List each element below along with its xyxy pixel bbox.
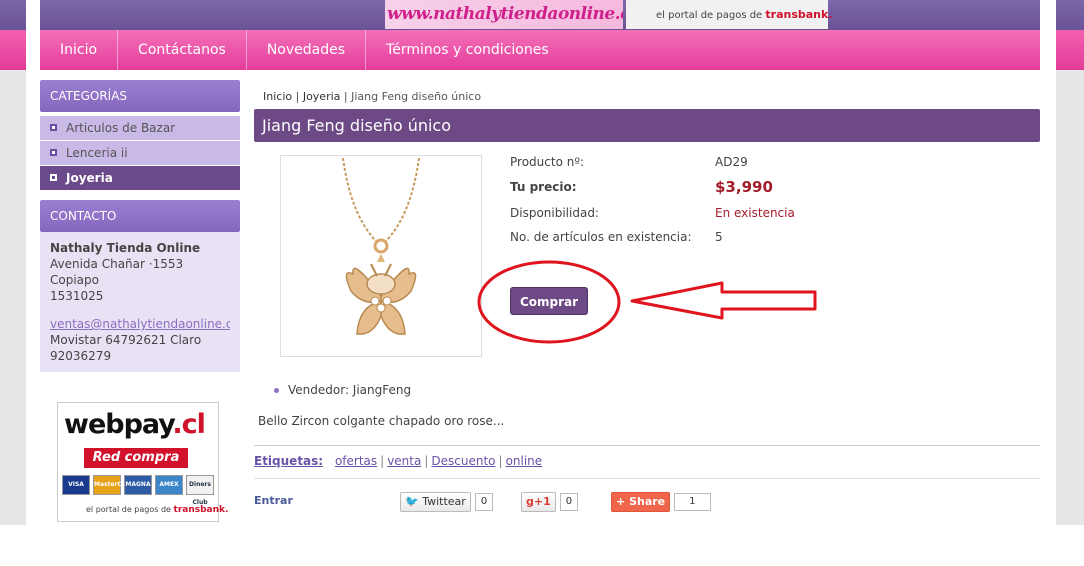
breadcrumb-joyeria[interactable]: Joyeria bbox=[303, 90, 341, 103]
amex-icon: AMEX bbox=[155, 475, 183, 495]
category-item-lenceria[interactable]: Lenceria ii bbox=[40, 141, 240, 165]
breadcrumb-separator: | bbox=[343, 90, 348, 103]
nav-item-terminos[interactable]: Términos y condiciones bbox=[366, 30, 569, 70]
gplus-count: 0 bbox=[559, 493, 579, 511]
main-nav: Inicio Contáctanos Novedades Términos y … bbox=[40, 30, 1040, 70]
gplus-share: g+1 0 bbox=[521, 492, 579, 512]
twitter-share: 🐦 Twittear 0 bbox=[400, 492, 494, 512]
code-value: AD29 bbox=[715, 155, 748, 169]
visa-icon: VISA bbox=[62, 475, 90, 495]
gplus-label: +1 bbox=[533, 495, 551, 508]
tag-link-descuento[interactable]: Descuento bbox=[431, 454, 495, 468]
contact-zip: 1531025 bbox=[50, 289, 104, 303]
divider bbox=[254, 445, 1040, 446]
categories-title: CATEGORÍAS bbox=[40, 80, 240, 112]
contact-title: CONTACTO bbox=[40, 200, 240, 232]
gplus-icon: g bbox=[526, 495, 534, 508]
product-title: Jiang Feng diseño único bbox=[254, 109, 1040, 142]
tags-label: Etiquetas: bbox=[254, 454, 324, 468]
twitter-bird-icon: 🐦 bbox=[405, 495, 419, 508]
nav-item-inicio[interactable]: Inicio bbox=[40, 30, 119, 70]
contact-phone: Movistar 64792621 Claro 92036279 bbox=[50, 333, 202, 363]
contact-name: Nathaly Tienda Online bbox=[50, 241, 201, 255]
tag-link-ofertas[interactable]: ofertas bbox=[335, 454, 377, 468]
contact-box: Nathaly Tienda Online Avenida Chañar ·15… bbox=[40, 232, 240, 372]
breadcrumb-separator: | bbox=[295, 90, 300, 103]
product-image[interactable] bbox=[280, 155, 482, 357]
tags-row: Etiquetas: ofertas | venta | Descuento | onlin… bbox=[254, 454, 543, 468]
category-list: Articulos de Bazar Lenceria ii Joyeria bbox=[40, 116, 240, 190]
site-banner[interactable]: www.nathalytiendaonline.cl bbox=[385, 0, 623, 29]
contact-email-link[interactable]: ventas@nathalytiendaonline.cl bbox=[50, 316, 230, 332]
webpay-wordmark: webpay.cl bbox=[64, 409, 206, 440]
tag-link-venta[interactable]: venta bbox=[387, 454, 421, 468]
tweet-count: 0 bbox=[474, 493, 494, 511]
banner-text: www.nathalytiendaonline.cl bbox=[387, 4, 623, 24]
necklace-image bbox=[342, 157, 420, 335]
sidebar: CATEGORÍAS Articulos de Bazar Lenceria i… bbox=[40, 80, 240, 372]
category-item-joyeria[interactable]: Joyeria bbox=[40, 166, 240, 190]
webpay-main: webpay bbox=[64, 409, 173, 440]
magna-icon: MAGNA bbox=[124, 475, 152, 495]
bullet-square-icon bbox=[50, 174, 57, 181]
entrar-link[interactable]: Entrar bbox=[254, 494, 293, 507]
transbank-text: el portal de pagos de transbank. bbox=[656, 8, 833, 21]
tweet-label: Twittear bbox=[422, 495, 466, 508]
vendor-item: Vendedor: JiangFeng bbox=[274, 383, 411, 397]
webpay-suffix: .cl bbox=[172, 409, 206, 440]
breadcrumb-inicio[interactable]: Inicio bbox=[263, 90, 292, 103]
share-label: Share bbox=[629, 495, 666, 508]
gplus-button[interactable]: g+1 bbox=[521, 492, 556, 512]
bullet-square-icon bbox=[50, 124, 57, 131]
share-widget: + Share 1 bbox=[611, 492, 711, 512]
availability-value: En existencia bbox=[715, 206, 795, 220]
contact-city: Copiapo bbox=[50, 273, 99, 287]
category-label: Joyeria bbox=[66, 171, 113, 185]
mastercard-icon: MasterCard bbox=[93, 475, 133, 495]
share-count: 1 bbox=[674, 493, 711, 511]
category-label: Articulos de Bazar bbox=[66, 121, 176, 135]
contact-address: Avenida Chañar ·1553 bbox=[50, 257, 184, 271]
code-label: Producto nº: bbox=[510, 155, 585, 169]
category-label: Lenceria ii bbox=[66, 146, 128, 160]
webpay-footer-brand: transbank. bbox=[173, 505, 229, 515]
breadcrumb: Inicio | Joyeria | Jiang Feng diseño úni… bbox=[263, 90, 481, 103]
tags-label-text: Etiquetas bbox=[254, 454, 319, 468]
price-value: $3,990 bbox=[715, 178, 773, 196]
stock-value: 5 bbox=[715, 230, 723, 244]
bullet-square-icon bbox=[50, 149, 57, 156]
webpay-footer: el portal de pagos de transbank. bbox=[86, 505, 228, 515]
transbank-banner[interactable]: el portal de pagos de transbank. bbox=[626, 0, 833, 29]
vendor-text: Vendedor: JiangFeng bbox=[288, 383, 412, 397]
redcompra-logo: Red compra bbox=[84, 448, 188, 468]
diners-icon: Diners Club bbox=[186, 475, 214, 506]
card-logos: VISA MasterCard MAGNA AMEX Diners Club bbox=[62, 475, 214, 506]
payment-brand: transbank. bbox=[765, 8, 833, 21]
stock-label: No. de artículos en existencia: bbox=[510, 230, 692, 244]
category-item-bazar[interactable]: Articulos de Bazar bbox=[40, 116, 240, 140]
webpay-footer-text: el portal de pagos de bbox=[86, 505, 171, 514]
share-button[interactable]: + Share bbox=[611, 492, 671, 512]
webpay-logo[interactable]: webpay.cl Red compra VISA MasterCard MAG… bbox=[57, 402, 228, 522]
tag-link-online[interactable]: online bbox=[506, 454, 543, 468]
page: www.nathalytiendaonline.cl el portal de … bbox=[0, 0, 1084, 566]
payment-text: el portal de pagos de bbox=[656, 10, 763, 21]
bullet-dot-icon bbox=[274, 388, 279, 393]
nav-item-contactanos[interactable]: Contáctanos bbox=[118, 30, 247, 70]
plus-icon: + bbox=[616, 495, 626, 508]
tweet-button[interactable]: 🐦 Twittear bbox=[400, 492, 471, 512]
buy-button[interactable]: Comprar bbox=[510, 287, 588, 315]
divider bbox=[254, 478, 1040, 479]
breadcrumb-current: Jiang Feng diseño único bbox=[351, 90, 482, 103]
price-label: Tu precio: bbox=[510, 180, 577, 194]
nav-item-novedades[interactable]: Novedades bbox=[247, 30, 367, 70]
product-description: Bello Zircon colgante chapado oro rose..… bbox=[258, 414, 505, 428]
availability-label: Disponibilidad: bbox=[510, 206, 599, 220]
